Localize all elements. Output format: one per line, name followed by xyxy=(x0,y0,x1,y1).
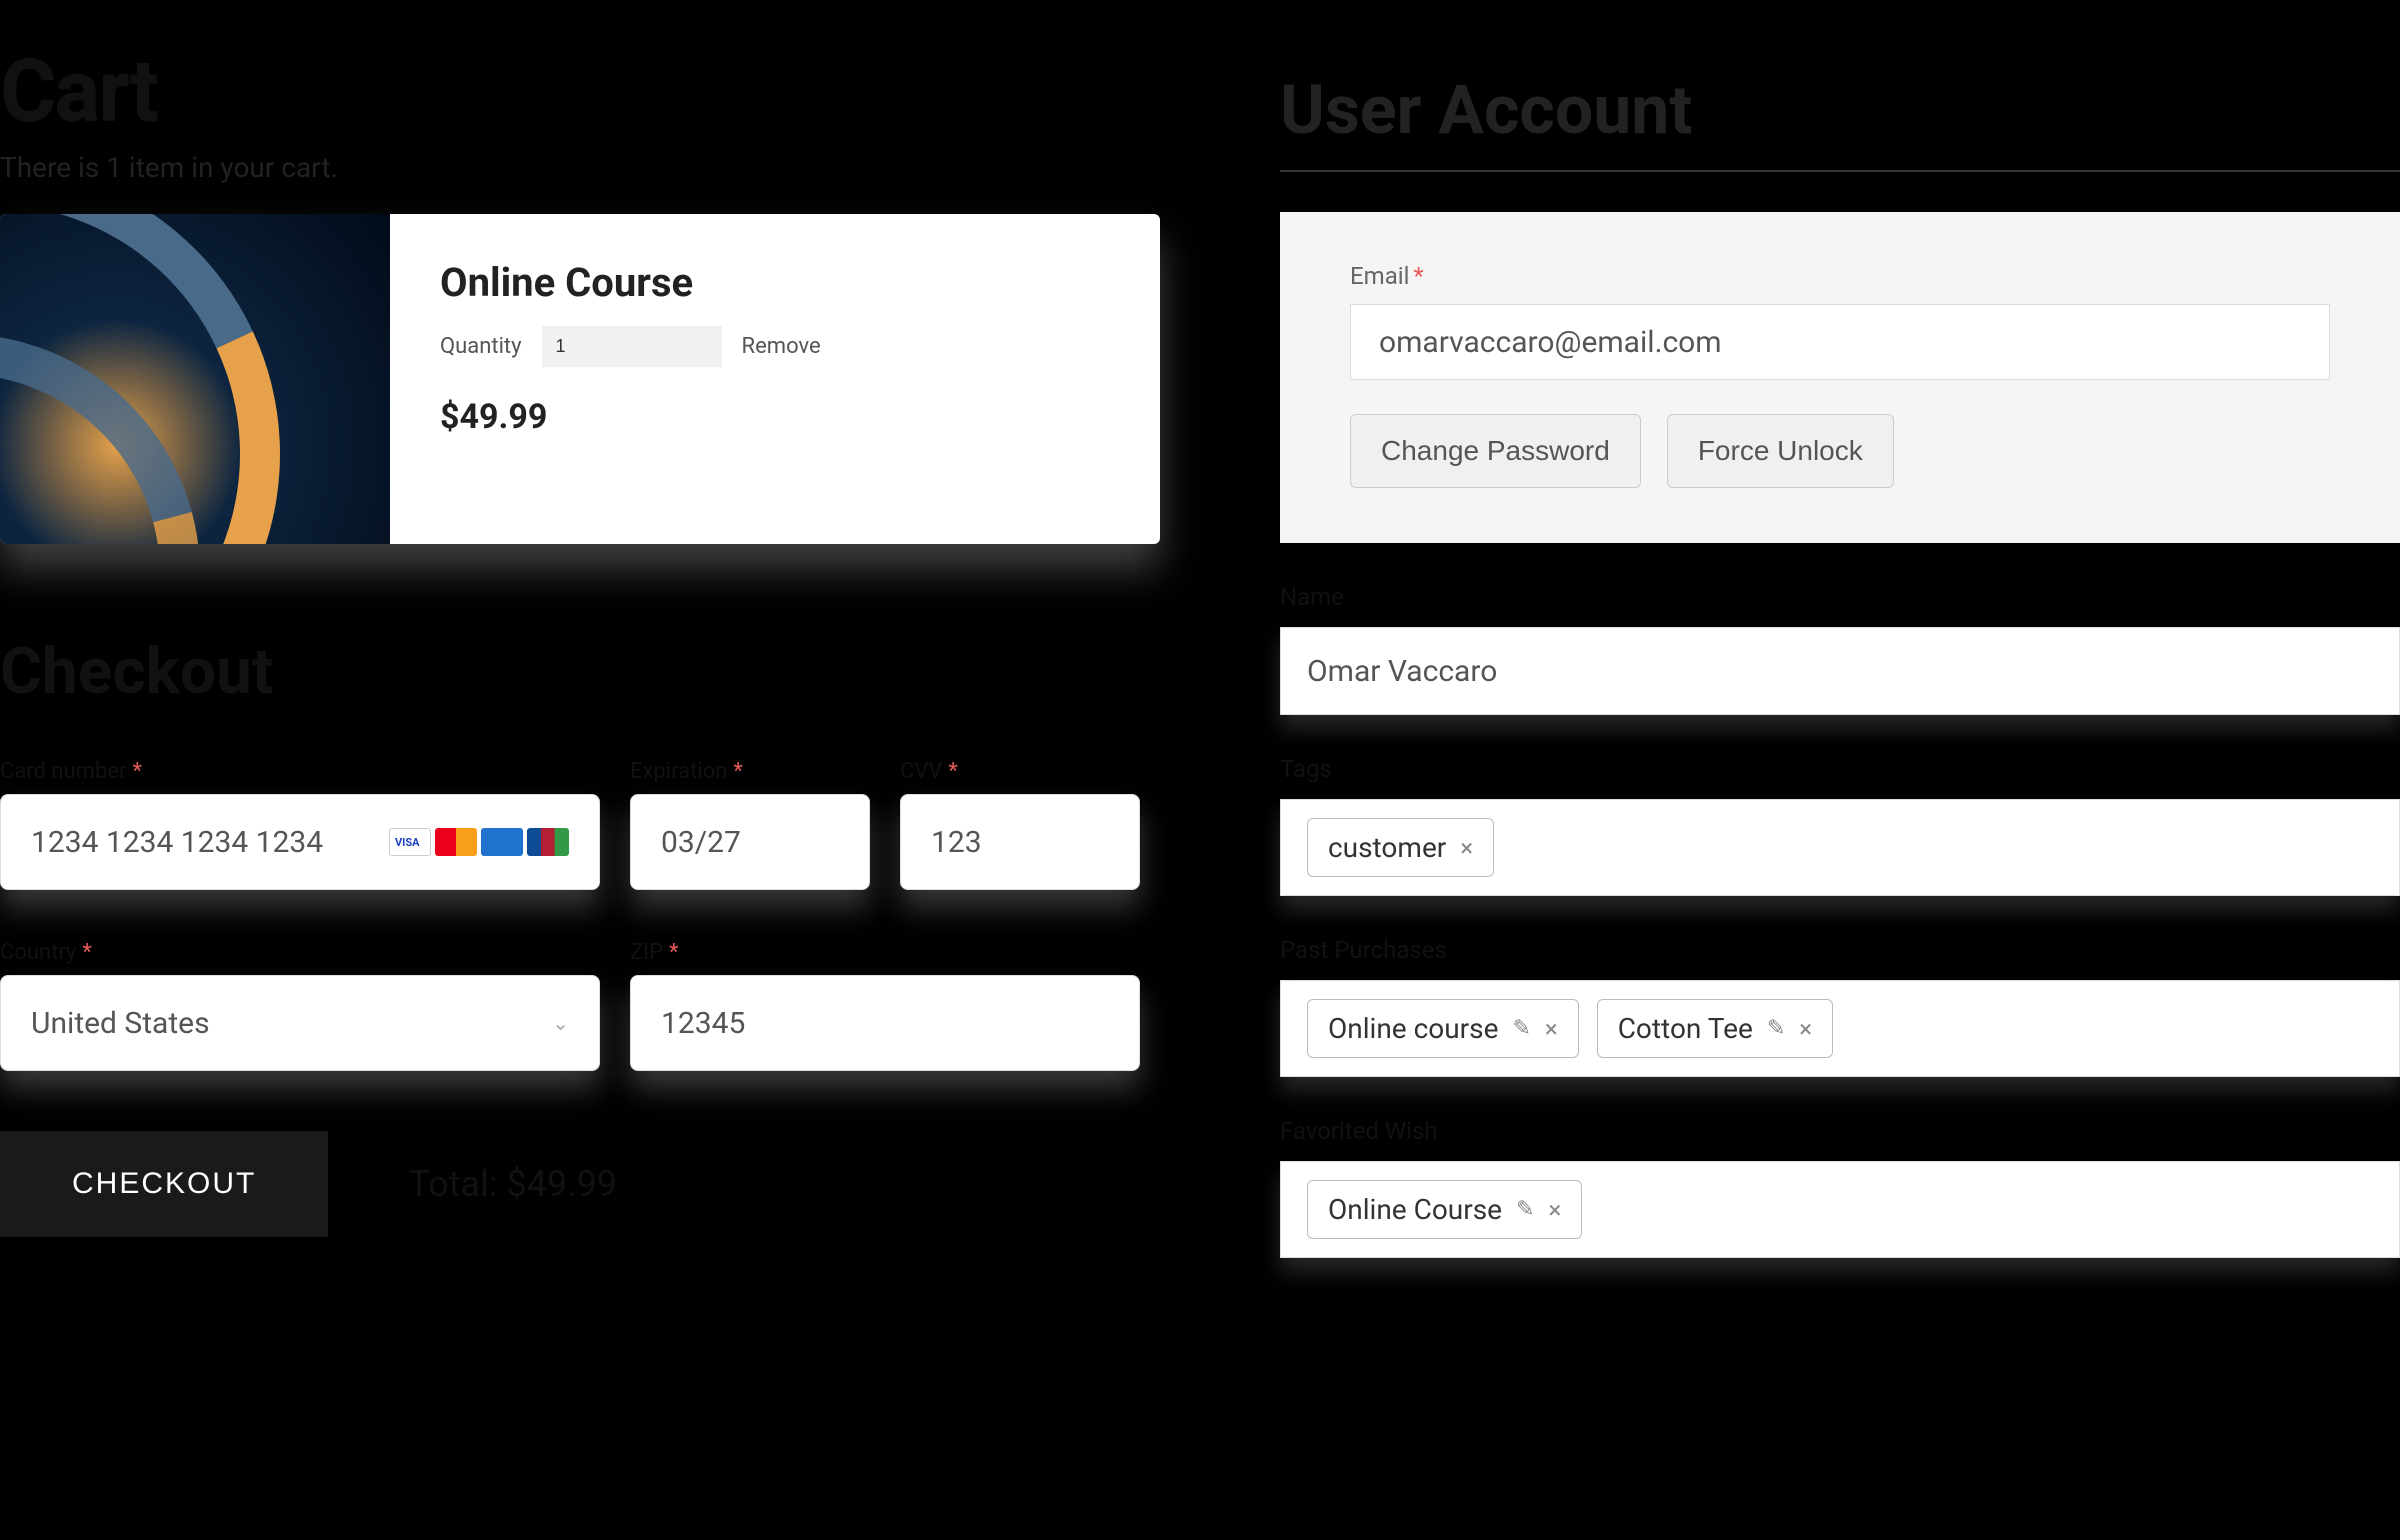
close-icon[interactable]: × xyxy=(1545,1015,1558,1043)
divider xyxy=(1280,170,2400,172)
edit-icon[interactable]: ✎ xyxy=(1516,1197,1534,1222)
card-number-input[interactable]: 1234 1234 1234 1234 xyxy=(0,794,600,890)
cvv-label: CVV* xyxy=(900,759,1140,784)
quantity-label: Quantity xyxy=(440,334,522,359)
favorited-label: Favorited Wish xyxy=(1280,1117,2400,1145)
edit-icon[interactable]: ✎ xyxy=(1767,1016,1785,1041)
favorited-box[interactable]: Online Course ✎ × xyxy=(1280,1161,2400,1258)
close-icon[interactable]: × xyxy=(1548,1196,1561,1224)
cvv-input[interactable]: 123 xyxy=(900,794,1140,890)
card-brand-icons xyxy=(389,828,569,856)
user-account-heading: User Account xyxy=(1280,70,2400,150)
total-text: Total: $49.99 xyxy=(408,1163,617,1205)
past-purchases-label: Past Purchases xyxy=(1280,936,2400,964)
cart-item-title: Online Course xyxy=(440,259,1110,306)
close-icon[interactable]: × xyxy=(1460,834,1473,862)
card-number-label: Card number* xyxy=(0,759,600,784)
purchase-chip[interactable]: Online course ✎ × xyxy=(1307,999,1579,1058)
cart-subtitle: There is 1 item in your cart. xyxy=(0,151,1160,184)
purchase-chip[interactable]: Cotton Tee ✎ × xyxy=(1597,999,1833,1058)
close-icon[interactable]: × xyxy=(1799,1015,1812,1043)
checkout-button[interactable]: CHECKOUT xyxy=(0,1131,328,1237)
cart-item-card: Online Course Quantity Remove $49.99 xyxy=(0,214,1160,544)
country-label: Country* xyxy=(0,940,600,965)
tags-label: Tags xyxy=(1280,755,2400,783)
checkout-heading: Checkout xyxy=(0,634,1160,709)
visa-icon xyxy=(389,828,431,856)
quantity-input[interactable] xyxy=(542,326,722,367)
expiration-label: Expiration* xyxy=(630,759,870,784)
favorite-chip[interactable]: Online Course ✎ × xyxy=(1307,1180,1582,1239)
zip-input[interactable]: 12345 xyxy=(630,975,1140,1071)
name-label: Name xyxy=(1280,583,2400,611)
country-select[interactable]: United States ⌄ xyxy=(0,975,600,1071)
cart-heading: Cart xyxy=(0,40,1160,141)
email-input[interactable]: omarvaccaro@email.com xyxy=(1350,304,2330,380)
remove-link[interactable]: Remove xyxy=(742,334,821,359)
amex-icon xyxy=(481,828,523,856)
expiration-input[interactable]: 03/27 xyxy=(630,794,870,890)
zip-label: ZIP* xyxy=(630,940,1140,965)
email-label: Email* xyxy=(1350,262,2330,290)
name-input[interactable]: Omar Vaccaro xyxy=(1280,627,2400,715)
past-purchases-box[interactable]: Online course ✎ × Cotton Tee ✎ × xyxy=(1280,980,2400,1077)
cart-item-price: $49.99 xyxy=(440,397,1110,437)
tags-box[interactable]: customer × xyxy=(1280,799,2400,896)
chevron-down-icon: ⌄ xyxy=(552,1011,569,1035)
jcb-icon xyxy=(527,828,569,856)
edit-icon[interactable]: ✎ xyxy=(1512,1016,1530,1041)
force-unlock-button[interactable]: Force Unlock xyxy=(1667,414,1894,488)
change-password-button[interactable]: Change Password xyxy=(1350,414,1641,488)
cart-item-image xyxy=(0,214,390,544)
mastercard-icon xyxy=(435,828,477,856)
account-credentials-panel: Email* omarvaccaro@email.com Change Pass… xyxy=(1280,212,2400,543)
tag-chip[interactable]: customer × xyxy=(1307,818,1494,877)
